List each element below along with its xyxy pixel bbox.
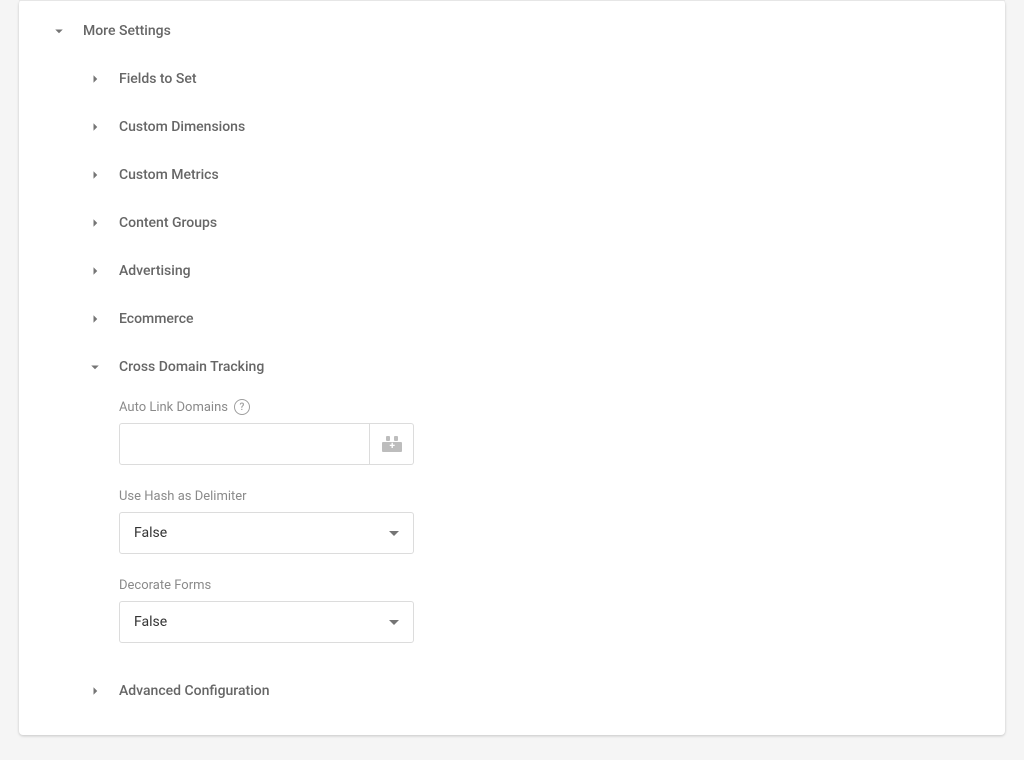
variable-picker-button[interactable]: + bbox=[370, 423, 414, 465]
custom-dimensions-label: Custom Dimensions bbox=[119, 119, 245, 135]
chevron-right-icon bbox=[85, 165, 105, 185]
custom-dimensions-header[interactable]: Custom Dimensions bbox=[19, 103, 1005, 151]
use-hash-as-delimiter-group: Use Hash as Delimiter False bbox=[119, 489, 965, 554]
more-settings-label: More Settings bbox=[83, 23, 171, 39]
chevron-down-icon bbox=[49, 21, 69, 41]
auto-link-domains-group: Auto Link Domains ? + bbox=[119, 399, 965, 465]
custom-metrics-label: Custom Metrics bbox=[119, 167, 219, 183]
cross-domain-tracking-label: Cross Domain Tracking bbox=[119, 359, 264, 375]
block-plus-icon: + bbox=[380, 436, 404, 452]
use-hash-as-delimiter-label-row: Use Hash as Delimiter bbox=[119, 489, 965, 504]
chevron-right-icon bbox=[85, 681, 105, 701]
decorate-forms-select[interactable]: False bbox=[119, 601, 414, 643]
advanced-configuration-header[interactable]: Advanced Configuration bbox=[19, 667, 1005, 715]
chevron-down-icon bbox=[85, 357, 105, 377]
auto-link-domains-label: Auto Link Domains bbox=[119, 400, 228, 415]
decorate-forms-value: False bbox=[134, 614, 167, 630]
caret-down-icon bbox=[389, 620, 399, 625]
chevron-right-icon bbox=[85, 117, 105, 137]
help-icon[interactable]: ? bbox=[234, 399, 250, 415]
chevron-right-icon bbox=[85, 261, 105, 281]
ecommerce-label: Ecommerce bbox=[119, 311, 194, 327]
decorate-forms-label: Decorate Forms bbox=[119, 578, 211, 593]
chevron-right-icon bbox=[85, 69, 105, 89]
decorate-forms-group: Decorate Forms False bbox=[119, 578, 965, 643]
auto-link-domains-input-row: + bbox=[119, 423, 414, 465]
auto-link-domains-input[interactable] bbox=[119, 423, 370, 465]
divider bbox=[19, 0, 1005, 1]
more-settings-header[interactable]: More Settings bbox=[19, 7, 1005, 55]
fields-to-set-label: Fields to Set bbox=[119, 71, 196, 87]
advanced-configuration-label: Advanced Configuration bbox=[119, 683, 270, 699]
settings-card: More Settings Fields to Set Custom Dimen… bbox=[19, 0, 1005, 735]
content-groups-header[interactable]: Content Groups bbox=[19, 199, 1005, 247]
fields-to-set-header[interactable]: Fields to Set bbox=[19, 55, 1005, 103]
caret-down-icon bbox=[389, 531, 399, 536]
auto-link-domains-label-row: Auto Link Domains ? bbox=[119, 399, 965, 415]
advertising-label: Advertising bbox=[119, 263, 191, 279]
use-hash-as-delimiter-select[interactable]: False bbox=[119, 512, 414, 554]
use-hash-as-delimiter-value: False bbox=[134, 525, 167, 541]
content-groups-label: Content Groups bbox=[119, 215, 217, 231]
ecommerce-header[interactable]: Ecommerce bbox=[19, 295, 1005, 343]
advertising-header[interactable]: Advertising bbox=[19, 247, 1005, 295]
decorate-forms-label-row: Decorate Forms bbox=[119, 578, 965, 593]
cross-domain-form: Auto Link Domains ? + Use Hash as Delimi… bbox=[19, 399, 1005, 643]
use-hash-as-delimiter-label: Use Hash as Delimiter bbox=[119, 489, 247, 504]
cross-domain-tracking-header[interactable]: Cross Domain Tracking bbox=[19, 343, 1005, 391]
chevron-right-icon bbox=[85, 309, 105, 329]
custom-metrics-header[interactable]: Custom Metrics bbox=[19, 151, 1005, 199]
chevron-right-icon bbox=[85, 213, 105, 233]
